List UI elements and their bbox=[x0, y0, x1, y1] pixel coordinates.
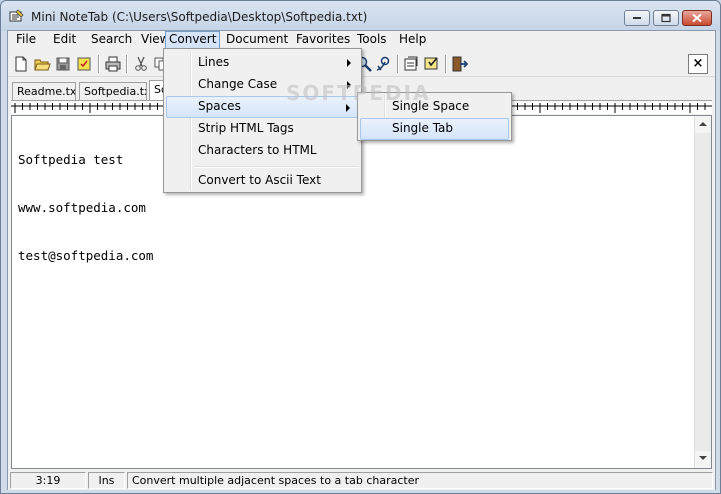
open-folder-icon[interactable] bbox=[33, 55, 51, 73]
menu-document[interactable]: Document bbox=[222, 31, 292, 49]
menu-bar: File Edit Search View Convert Document F… bbox=[8, 31, 715, 49]
toolbar-separator bbox=[126, 55, 128, 73]
print-icon[interactable] bbox=[104, 55, 122, 73]
close-document-button[interactable]: × bbox=[688, 54, 708, 74]
menu-separator bbox=[194, 166, 359, 168]
scroll-up-button[interactable] bbox=[695, 116, 711, 133]
menu-item-label: Single Space bbox=[392, 99, 470, 113]
menu-item-lines[interactable]: Lines bbox=[166, 52, 359, 74]
chevron-down-icon bbox=[699, 456, 707, 460]
menu-file[interactable]: File bbox=[12, 31, 40, 49]
close-icon: × bbox=[692, 56, 704, 71]
menu-item-single-space[interactable]: Single Space bbox=[360, 96, 509, 118]
cut-scissors-icon[interactable] bbox=[132, 55, 150, 73]
favorites-note-icon[interactable] bbox=[423, 55, 441, 73]
chevron-up-icon bbox=[699, 122, 707, 126]
convert-menu: Lines Change Case Spaces Strip HTML Tags… bbox=[163, 48, 362, 193]
menu-item-label: Spaces bbox=[198, 99, 241, 113]
maximize-button[interactable] bbox=[653, 10, 679, 26]
menu-tools[interactable]: Tools bbox=[353, 31, 391, 49]
editor-line: www.softpedia.com bbox=[18, 200, 146, 215]
menu-help[interactable]: Help bbox=[395, 31, 430, 49]
save-disk-icon[interactable] bbox=[54, 55, 72, 73]
submenu-arrow-icon bbox=[347, 81, 351, 89]
menu-item-label: Single Tab bbox=[392, 121, 454, 135]
menu-item-label: Strip HTML Tags bbox=[198, 121, 294, 135]
toolbar-separator bbox=[397, 55, 399, 73]
status-bar: 3:19 Ins Convert multiple adjacent space… bbox=[8, 470, 715, 490]
title-bar[interactable]: Mini NoteTab (C:\Users\Softpedia\Desktop… bbox=[1, 1, 720, 31]
save-all-icon[interactable] bbox=[75, 55, 93, 73]
app-window: Mini NoteTab (C:\Users\Softpedia\Desktop… bbox=[0, 0, 721, 494]
editor-line: Softpedia test bbox=[18, 152, 124, 167]
new-file-icon[interactable] bbox=[12, 55, 30, 73]
submenu-arrow-icon bbox=[347, 59, 351, 67]
toolbar-separator bbox=[98, 55, 100, 73]
close-window-button[interactable] bbox=[682, 10, 712, 26]
menu-item-spaces[interactable]: Spaces bbox=[166, 96, 359, 118]
status-message: Convert multiple adjacent spaces to a ta… bbox=[127, 472, 713, 489]
minimize-button[interactable] bbox=[624, 10, 650, 26]
editor-line: test@softpedia.com bbox=[18, 248, 154, 263]
spaces-submenu: Single Space Single Tab bbox=[357, 92, 512, 141]
menu-favorites[interactable]: Favorites bbox=[292, 31, 354, 49]
scroll-down-button[interactable] bbox=[695, 451, 711, 468]
menu-item-label: Lines bbox=[198, 55, 230, 69]
menu-edit[interactable]: Edit bbox=[49, 31, 80, 49]
notepad-app-icon[interactable] bbox=[9, 9, 25, 23]
replace-icon[interactable] bbox=[375, 55, 393, 73]
menu-item-convert-to-ascii[interactable]: Convert to Ascii Text bbox=[166, 170, 359, 192]
tab-softpedia[interactable]: Softpedia.txt bbox=[79, 82, 147, 100]
menu-search[interactable]: Search bbox=[87, 31, 136, 49]
menu-item-label: Change Case bbox=[198, 77, 278, 91]
menu-item-change-case[interactable]: Change Case bbox=[166, 74, 359, 96]
toolbar-separator bbox=[445, 55, 447, 73]
exit-door-icon[interactable] bbox=[450, 55, 468, 73]
menu-item-strip-html-tags[interactable]: Strip HTML Tags bbox=[166, 118, 359, 140]
submenu-arrow-icon bbox=[346, 104, 350, 112]
editor-content[interactable]: Softpedia test www.softpedia.com test@so… bbox=[18, 120, 153, 296]
menu-item-characters-to-html[interactable]: Characters to HTML bbox=[166, 140, 359, 162]
tab-readme[interactable]: Readme.txt bbox=[12, 82, 76, 100]
menu-item-label: Characters to HTML bbox=[198, 143, 317, 157]
cursor-position: 3:19 bbox=[10, 472, 86, 489]
window-title: Mini NoteTab (C:\Users\Softpedia\Desktop… bbox=[31, 10, 368, 24]
menu-convert[interactable]: Convert bbox=[165, 31, 221, 49]
menu-item-single-tab[interactable]: Single Tab bbox=[360, 118, 509, 140]
vertical-scrollbar[interactable] bbox=[694, 116, 711, 468]
insert-mode: Ins bbox=[88, 472, 125, 489]
document-properties-icon[interactable] bbox=[402, 55, 420, 73]
menu-item-label: Convert to Ascii Text bbox=[198, 173, 321, 187]
